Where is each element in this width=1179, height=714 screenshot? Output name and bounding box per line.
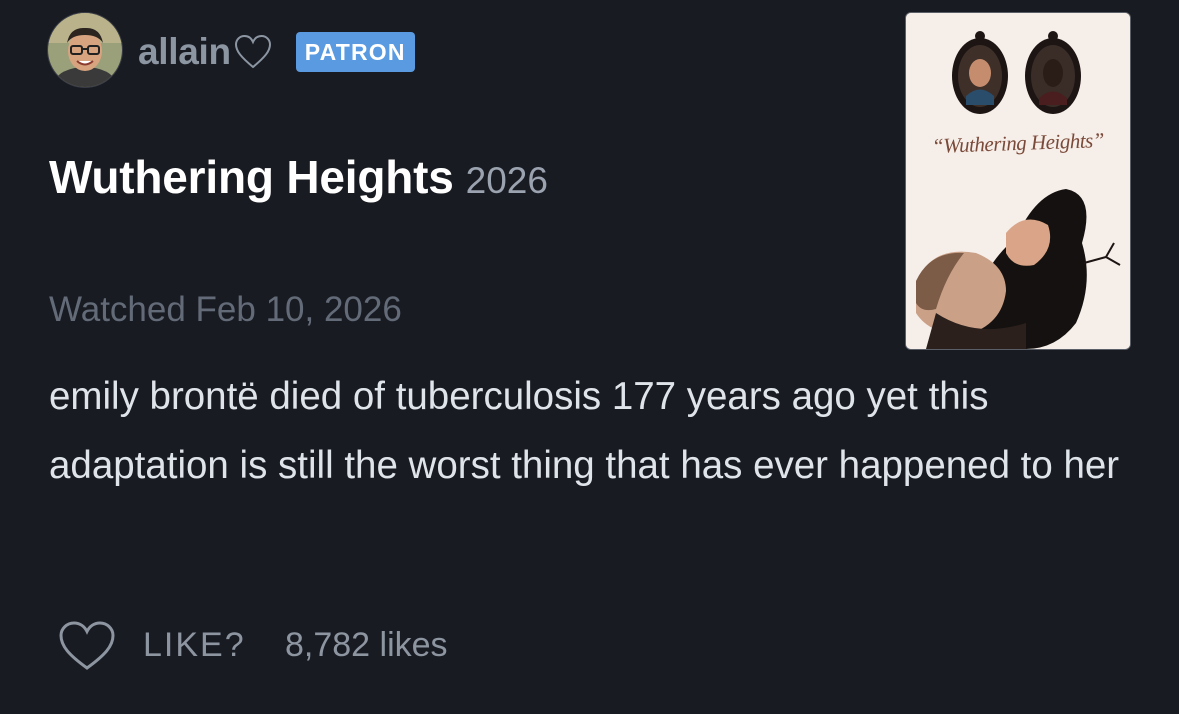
watched-date: Watched Feb 10, 2026 (49, 290, 402, 329)
film-heading: Wuthering Heights 2026 (49, 150, 548, 204)
user-header: allain PATRON (138, 28, 415, 76)
username[interactable]: allain (138, 31, 231, 73)
like-button[interactable]: LIKE? (143, 626, 246, 665)
likes-count[interactable]: 8,782 likes (285, 626, 448, 665)
avatar-image (48, 13, 122, 87)
film-year[interactable]: 2026 (466, 160, 548, 202)
film-poster[interactable]: “Wuthering Heights” (906, 13, 1130, 349)
patron-badge: PATRON (295, 32, 415, 72)
heart-outline-icon (234, 34, 272, 70)
avatar[interactable] (48, 13, 122, 87)
like-heart-icon[interactable] (58, 620, 116, 672)
poster-artwork (906, 13, 1130, 349)
review-text: emily brontë died of tuberculosis 177 ye… (49, 375, 1120, 487)
film-title[interactable]: Wuthering Heights (49, 150, 454, 204)
